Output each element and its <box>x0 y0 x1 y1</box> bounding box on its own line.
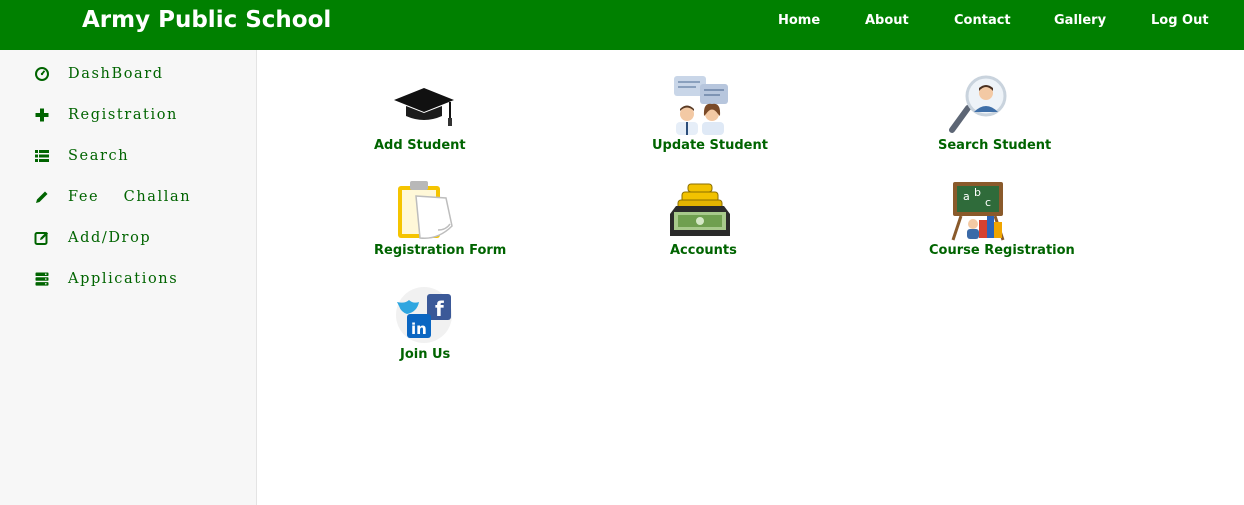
registration-form-tile[interactable]: Registration Form <box>370 178 506 264</box>
join-us-tile[interactable]: f in Join Us <box>393 284 458 366</box>
tile-label: Accounts <box>670 243 737 258</box>
svg-text:f: f <box>435 297 444 321</box>
sidebar-item-label: Fee Challan <box>68 189 192 205</box>
svg-text:in: in <box>411 320 427 338</box>
sidebar-item-label: Applications <box>68 271 179 287</box>
top-navbar: Army Public School Home About Contact Ga… <box>0 0 1244 50</box>
tile-label: Join Us <box>400 347 451 362</box>
svg-text:c: c <box>985 196 991 209</box>
list-icon <box>35 150 49 162</box>
sidebar-item-fee-challan[interactable]: Fee Challan <box>0 189 256 225</box>
magnifier-person-icon <box>949 75 1007 133</box>
update-student-tile[interactable]: Update Student <box>648 74 768 160</box>
tile-label: Registration Form <box>374 243 507 258</box>
nav-logout-link[interactable]: Log Out <box>1151 12 1209 30</box>
sidebar-item-label: Registration <box>68 107 178 123</box>
svg-text:b: b <box>974 186 981 199</box>
accounts-tile[interactable]: Accounts <box>666 178 746 264</box>
sidebar-item-registration[interactable]: Registration <box>0 107 256 143</box>
tile-label: Search Student <box>938 138 1052 153</box>
nav-gallery-link[interactable]: Gallery <box>1054 12 1106 30</box>
sidebar-item-add-drop[interactable]: Add/Drop <box>0 230 256 266</box>
people-chat-icon <box>674 76 728 135</box>
dashboard-icon <box>35 67 49 81</box>
brand-title[interactable]: Army Public School <box>82 4 331 36</box>
pencil-icon <box>36 191 48 203</box>
clipboard-icon <box>398 181 453 239</box>
server-icon <box>35 272 49 286</box>
sidebar: DashBoard Registration Search Fee Challa… <box>0 50 257 505</box>
add-student-tile[interactable]: Add Student <box>370 80 466 160</box>
sidebar-item-dashboard[interactable]: DashBoard <box>0 66 256 102</box>
nav-about-link[interactable]: About <box>865 12 909 30</box>
nav-contact-link[interactable]: Contact <box>954 12 1011 30</box>
nav-home-link[interactable]: Home <box>778 12 820 30</box>
tile-label: Course Registration <box>929 243 1075 258</box>
sidebar-item-label: Add/Drop <box>68 230 152 246</box>
graduation-cap-icon <box>394 88 454 126</box>
money-icon <box>670 183 730 236</box>
course-registration-tile[interactable]: a b c Course Registration <box>925 178 1075 264</box>
sidebar-item-applications[interactable]: Applications <box>0 271 256 307</box>
sidebar-item-label: DashBoard <box>68 66 164 82</box>
sidebar-item-label: Search <box>68 148 130 164</box>
chalkboard-icon: a b c <box>951 182 1005 241</box>
social-icon: f in <box>396 287 452 343</box>
plus-icon <box>35 108 49 122</box>
tile-label: Add Student <box>374 138 466 153</box>
sidebar-item-search[interactable]: Search <box>0 148 256 184</box>
search-student-tile[interactable]: Search Student <box>934 74 1051 160</box>
edit-box-icon <box>34 231 49 245</box>
tile-label: Update Student <box>652 138 768 153</box>
svg-text:a: a <box>963 190 970 203</box>
